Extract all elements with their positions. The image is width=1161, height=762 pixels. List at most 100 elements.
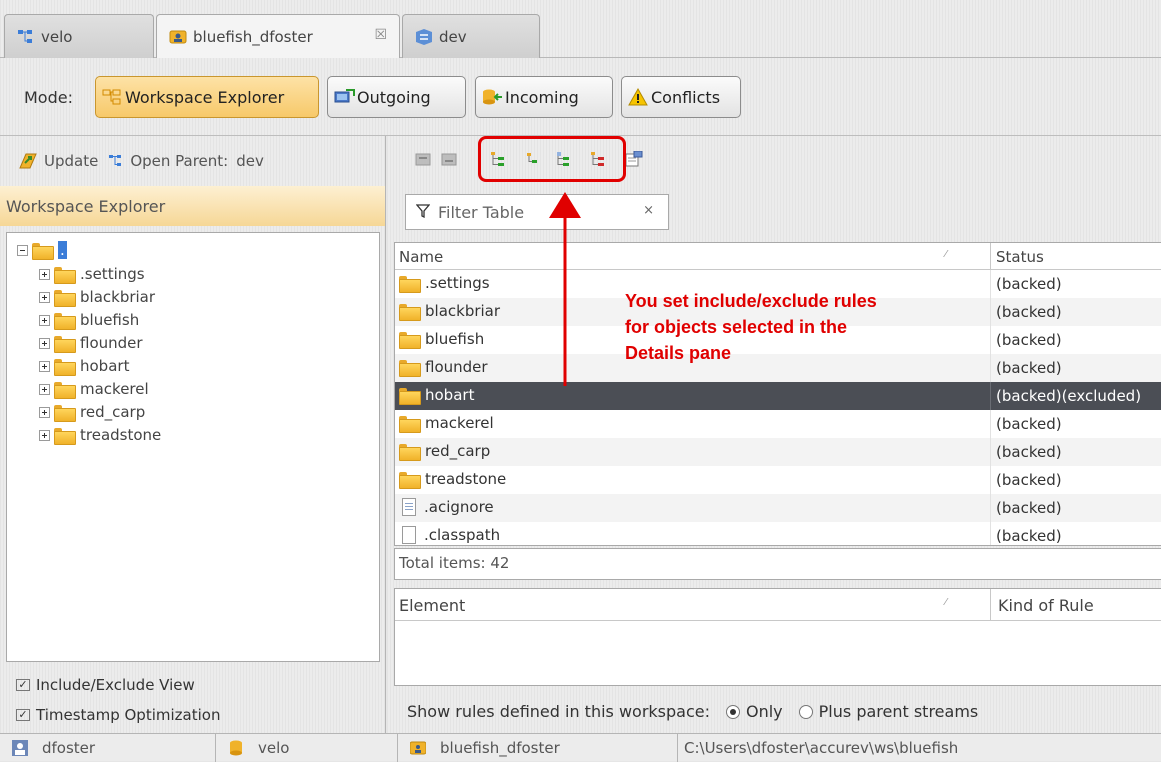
expand-icon[interactable] (39, 314, 50, 326)
open-parent-button[interactable]: Open Parent: dev (108, 152, 264, 170)
folder-icon (399, 275, 421, 293)
clear-filter-icon[interactable]: × (643, 203, 654, 218)
highlight-rule-buttons-box (478, 136, 626, 182)
tree-node[interactable]: flounder (39, 332, 143, 354)
tree-root-node[interactable]: . (17, 239, 67, 261)
folder-icon (54, 335, 76, 353)
row-status: (backed) (996, 471, 1062, 489)
include-exclude-view-option[interactable]: ✓ Include/Exclude View (16, 676, 195, 694)
folder-icon (54, 266, 76, 284)
row-status: (backed) (996, 303, 1062, 321)
column-header-kind-of-rule[interactable]: Kind of Rule (998, 596, 1094, 615)
row-status: (backed) (996, 527, 1062, 545)
folder-icon (54, 289, 76, 307)
option-label: Include/Exclude View (36, 676, 195, 694)
row-name: treadstone (425, 470, 507, 488)
column-divider[interactable] (990, 589, 991, 621)
open-parent-icon (108, 153, 124, 169)
table-row[interactable]: .classpath (backed) (395, 522, 1161, 545)
tab-label: bluefish_dfoster (193, 28, 313, 46)
column-header-element[interactable]: Element (399, 596, 465, 615)
table-row-selected[interactable]: hobart (backed)(excluded) (395, 382, 1161, 410)
row-name: mackerel (425, 414, 494, 432)
column-header-status[interactable]: Status (996, 248, 1044, 266)
tree-node[interactable]: blackbriar (39, 286, 155, 308)
table-row[interactable]: mackerel (backed) (395, 410, 1161, 438)
column-header-name[interactable]: Name (399, 248, 443, 266)
outgoing-mode-button[interactable]: Outgoing (327, 76, 466, 118)
expand-icon[interactable] (39, 383, 50, 395)
row-name: hobart (425, 386, 475, 404)
tree-node[interactable]: treadstone (39, 424, 161, 446)
user-icon (12, 740, 28, 756)
tab-velo[interactable]: velo (4, 14, 154, 58)
expand-icon[interactable] (39, 337, 50, 349)
conflicts-mode-button[interactable]: Conflicts (621, 76, 741, 118)
checkbox-icon[interactable]: ✓ (16, 709, 30, 721)
row-status: (backed) (996, 415, 1062, 433)
update-button[interactable]: Update (18, 151, 98, 171)
column-divider[interactable] (990, 243, 991, 270)
tree-root-label: . (58, 241, 67, 259)
tree-node[interactable]: red_carp (39, 401, 145, 423)
folder-icon (54, 381, 76, 399)
status-label: C:\Users\dfoster\accurev\ws\bluefish (684, 739, 959, 757)
radio-label[interactable]: Plus parent streams (819, 702, 979, 721)
expand-icon[interactable] (39, 360, 50, 372)
folder-icon (399, 415, 421, 433)
timestamp-optimization-option[interactable]: ✓ Timestamp Optimization (16, 706, 220, 724)
checkbox-icon[interactable]: ✓ (16, 679, 30, 691)
folder-icon (399, 471, 421, 489)
folder-icon (54, 427, 76, 445)
tree-node[interactable]: bluefish (39, 309, 139, 331)
table-row[interactable]: red_carp (backed) (395, 438, 1161, 466)
expand-icon[interactable] (39, 291, 50, 303)
incoming-mode-button[interactable]: Incoming (475, 76, 613, 118)
tree-node-label: blackbriar (80, 288, 156, 306)
filter-table-input[interactable]: Filter Table × (405, 194, 669, 230)
folder-icon (399, 443, 421, 461)
workspace-icon (169, 28, 187, 46)
status-label: velo (258, 739, 290, 757)
status-label: dfoster (42, 739, 96, 757)
folder-icon (54, 404, 76, 422)
row-status: (backed) (996, 499, 1062, 517)
folder-icon (399, 303, 421, 321)
mode-button-label: Incoming (505, 87, 579, 107)
only-radio[interactable] (726, 704, 740, 719)
row-status: (backed) (996, 443, 1062, 461)
expand-icon[interactable] (39, 406, 50, 418)
folder-icon (54, 358, 76, 376)
collapse-icon[interactable] (17, 244, 28, 256)
plus-parent-streams-radio[interactable] (798, 704, 813, 719)
open-folder-icon (32, 242, 54, 260)
show-rules-label: Show rules defined in this workspace: (407, 702, 710, 721)
move-down-icon[interactable] (441, 151, 457, 167)
row-status: (backed) (996, 275, 1062, 293)
tree-node-label: bluefish (80, 311, 140, 329)
status-depot: velo (216, 734, 398, 762)
expand-icon[interactable] (39, 268, 50, 280)
move-up-icon[interactable] (415, 151, 431, 167)
tree-node[interactable]: mackerel (39, 378, 149, 400)
workspace-tree[interactable]: . .settings blackbriar bluefish flounder… (6, 232, 380, 662)
expand-icon[interactable] (39, 429, 50, 441)
open-parent-label: Open Parent: (130, 152, 229, 170)
folder-icon (54, 312, 76, 330)
tab-bluefish-dfoster[interactable]: bluefish_dfoster ☒ (156, 14, 400, 59)
table-row[interactable]: treadstone (backed) (395, 466, 1161, 494)
table-row[interactable]: .acignore (backed) (395, 494, 1161, 522)
radio-label[interactable]: Only (746, 702, 783, 721)
close-tab-icon[interactable]: ☒ (374, 27, 387, 43)
mode-bar: Mode: Workspace Explorer Outgoing Incomi… (0, 58, 1161, 136)
tree-node[interactable]: .settings (39, 263, 145, 285)
workspace-explorer-mode-button[interactable]: Workspace Explorer (95, 76, 319, 118)
properties-icon[interactable] (625, 150, 643, 167)
status-bar: dfoster velo bluefish_dfoster C:\Users\d… (0, 733, 1161, 762)
tree-node-label: red_carp (80, 403, 146, 421)
tab-dev[interactable]: dev (402, 14, 540, 58)
tree-node[interactable]: hobart (39, 355, 129, 377)
depot-stream-icon (415, 28, 433, 46)
row-name: blackbriar (425, 302, 501, 320)
rules-table: Element ⁄ Kind of Rule (394, 588, 1161, 686)
